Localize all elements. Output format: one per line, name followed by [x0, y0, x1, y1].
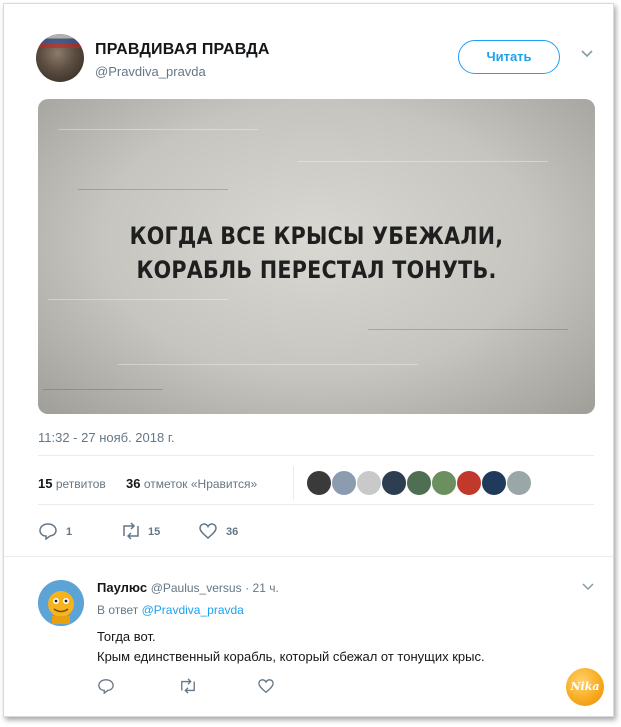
author-avatar[interactable] [36, 34, 84, 82]
tweet-image[interactable]: КОГДА ВСЕ КРЫСЫ УБЕЖАЛИ, КОРАБЛЬ ПЕРЕСТА… [38, 99, 595, 414]
reply-author-name[interactable]: Паулюс [97, 580, 147, 595]
retweets-count: 15 [38, 476, 53, 491]
image-caption-line-1: КОГДА ВСЕ КРЫСЫ УБЕЖАЛИ, [129, 222, 504, 250]
reply-text-line-2: Крым единственный корабль, который сбежа… [97, 649, 485, 664]
retweet-icon[interactable] [178, 678, 198, 694]
tweet-header: ПРАВДИВАЯ ПРАВДА @Pravdiva_pravda Читать [36, 34, 596, 86]
liker-avatar[interactable] [481, 470, 507, 496]
liker-avatar[interactable] [356, 470, 382, 496]
image-caption-line-2: КОРАБЛЬ ПЕРЕСТАЛ ТОНУТЬ. [136, 256, 497, 284]
reply-tweet: Паулюс @Paulus_versus · 21 ч. В ответ @P… [38, 574, 594, 704]
divider [38, 504, 594, 505]
author-display-name[interactable]: ПРАВДИВАЯ ПРАВДА [95, 41, 270, 59]
heart-icon [199, 523, 217, 539]
tweet-timestamp[interactable]: 11:32 - 27 нояб. 2018 г. [38, 430, 175, 445]
liker-avatar[interactable] [381, 470, 407, 496]
likes-count: 36 [126, 476, 141, 491]
liker-avatar[interactable] [456, 470, 482, 496]
chevron-down-icon[interactable] [579, 48, 595, 60]
retweet-icon [123, 522, 139, 540]
follow-button[interactable]: Читать [458, 40, 560, 74]
reply-icon[interactable] [97, 678, 115, 694]
retweets-label: ретвитов [55, 477, 106, 491]
divider [38, 455, 594, 456]
tweet-stats: 15 ретвитов 36 отметок «Нравится» [38, 466, 594, 500]
stats-divider [293, 466, 294, 500]
in-reply-prefix: В ответ [97, 603, 139, 617]
reply-author-handle[interactable]: @Paulus_versus [151, 581, 242, 595]
liker-avatar[interactable] [431, 470, 457, 496]
heart-icon[interactable] [257, 678, 275, 694]
likes-label: отметок «Нравится» [143, 477, 258, 491]
author-handle[interactable]: @Pravdiva_pravda [95, 64, 206, 79]
reply-icon [39, 523, 57, 540]
reply-time[interactable]: · 21 ч. [245, 581, 279, 595]
retweets-stat[interactable]: 15 ретвитов [38, 476, 106, 491]
avatar-flag-overlay [36, 34, 84, 48]
reply-header: Паулюс @Paulus_versus · 21 ч. [97, 580, 279, 595]
retweet-count: 15 [148, 526, 161, 538]
tweet-card: ПРАВДИВАЯ ПРАВДА @Pravdiva_pravda Читать… [3, 3, 614, 717]
like-count: 36 [226, 526, 239, 538]
reply-text-line-1: Тогда вот. [97, 629, 156, 644]
likes-stat[interactable]: 36 отметок «Нравится» [126, 476, 257, 491]
liker-avatar[interactable] [331, 470, 357, 496]
reply-count: 1 [66, 526, 73, 538]
cartoon-avatar-icon [38, 580, 84, 626]
divider [4, 556, 613, 557]
image-caption: КОГДА ВСЕ КРЫСЫ УБЕЖАЛИ, КОРАБЛЬ ПЕРЕСТА… [77, 219, 556, 287]
reply-actions [97, 678, 297, 698]
liker-avatar[interactable] [406, 470, 432, 496]
chevron-down-icon[interactable] [581, 582, 595, 592]
in-reply-to: В ответ @Pravdiva_pravda [97, 603, 244, 617]
in-reply-mention-link[interactable]: @Pravdiva_pravda [142, 603, 244, 617]
watermark-logo: Nika [566, 668, 604, 706]
tweet-actions: 1 15 36 [38, 520, 298, 542]
liker-avatar[interactable] [306, 470, 332, 496]
liker-avatar[interactable] [506, 470, 532, 496]
reply-author-avatar[interactable] [38, 580, 84, 626]
